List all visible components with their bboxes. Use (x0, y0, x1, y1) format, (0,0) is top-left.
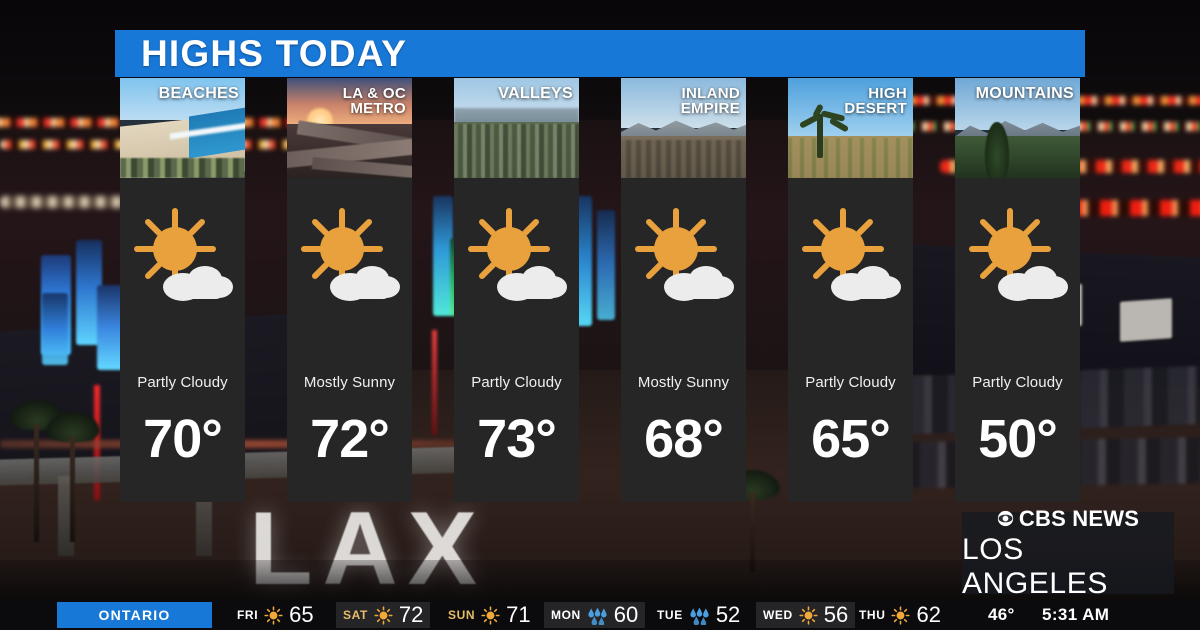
forecast-card-mountains: Partly Cloudy 50° (955, 178, 1080, 502)
region-label-beaches: BEACHES (158, 85, 239, 102)
day-high-temp: 56 (823, 602, 849, 627)
region-label-mountains: MOUNTAINS (975, 85, 1074, 102)
high-temperature: 50° (978, 409, 1058, 469)
market-name: LOS ANGELES (962, 532, 1108, 600)
sun-icon (799, 605, 818, 625)
cbs-eye-icon (997, 510, 1014, 527)
bottom-weather-ticker: ONTARIO FRI 65 SAT 72 SUN 71 MON 60 TUE … (0, 600, 1200, 630)
page-title: HIGHS TODAY (141, 33, 408, 74)
sun-cloud-icon (454, 192, 579, 322)
day-of-week: SAT (343, 608, 368, 622)
day-of-week: TUE (657, 608, 683, 622)
region-label-inland-empire: INLAND EMPIRE (680, 85, 740, 117)
rain-icon (690, 607, 709, 625)
cbs-news-wordmark: CBS NEWS (997, 506, 1139, 532)
ticker-day-tue[interactable]: TUE 52 (650, 602, 747, 628)
high-temperature: 68° (644, 409, 724, 469)
sun-icon (891, 605, 911, 625)
day-of-week: FRI (237, 608, 259, 622)
forecast-column-beaches[interactable]: BEACHES Partly Cloudy 70° (120, 78, 245, 502)
lax-light-pylon (42, 293, 68, 365)
sun-icon (481, 605, 500, 625)
condition-text: Partly Cloudy (972, 374, 1063, 391)
day-high-temp: 65 (289, 602, 314, 627)
high-temperature: 72° (310, 409, 390, 469)
forecast-column-valleys[interactable]: VALLEYS Partly Cloudy 73° (454, 78, 579, 502)
sun-cloud-icon (788, 192, 913, 322)
ticker-day-sat[interactable]: SAT 72 (336, 602, 431, 628)
region-thumbnail-high-desert: HIGH DESERT (788, 78, 913, 178)
day-of-week: SUN (448, 608, 476, 622)
condition-text: Mostly Sunny (303, 374, 396, 391)
forecast-column-mountains[interactable]: MOUNTAINS Partly Cloudy 50° (955, 78, 1080, 502)
region-thumbnail-valleys: VALLEYS (454, 78, 579, 178)
high-temperature: 70° (143, 409, 223, 469)
condition-text: Partly Cloudy (137, 374, 228, 391)
sun-cloud-icon (621, 192, 746, 322)
rain-icon (588, 607, 607, 625)
day-high-temp: 60 (613, 602, 639, 627)
high-temperature: 65° (811, 409, 891, 469)
day-high-temp: 71 (506, 602, 531, 627)
forecast-card-la-oc-metro: Mostly Sunny 72° (287, 178, 412, 502)
ticker-day-sun[interactable]: SUN 71 (441, 602, 538, 628)
sun-cloud-icon (120, 192, 245, 322)
forecast-column-inland-empire[interactable]: INLAND EMPIRE Mostly Sunny 68° (621, 78, 746, 502)
region-label-high-desert: HIGH DESERT (844, 85, 907, 117)
ticker-day-mon[interactable]: MON 60 (544, 602, 646, 628)
ticker-day-fri[interactable]: FRI 65 (230, 602, 321, 628)
region-thumbnail-inland-empire: INLAND EMPIRE (621, 78, 746, 178)
condition-text: Mostly Sunny (637, 374, 730, 391)
cbs-news-los-angeles-logo: CBS NEWS LOS ANGELES (962, 506, 1174, 600)
day-high-temp: 52 (715, 602, 741, 627)
condition-text: Partly Cloudy (471, 374, 562, 391)
region-thumbnail-mountains: MOUNTAINS (955, 78, 1080, 178)
ticker-city-name[interactable]: ONTARIO (57, 602, 212, 628)
billboard-panel (1120, 298, 1172, 342)
sun-cloud-icon (955, 192, 1080, 322)
forecast-column-group: BEACHES Partly Cloudy 70° LA & OC METRO … (120, 78, 1082, 502)
palm-tree (70, 436, 75, 542)
forecast-card-inland-empire: Mostly Sunny 68° (621, 178, 746, 502)
current-time: 5:31 AM (1042, 605, 1110, 624)
region-label-valleys: VALLEYS (498, 85, 573, 102)
day-high-temp: 62 (916, 602, 941, 627)
day-of-week: WED (763, 608, 793, 622)
day-of-week: MON (551, 608, 581, 622)
palm-tree (34, 424, 39, 542)
region-thumbnail-beaches: BEACHES (120, 78, 245, 178)
forecast-column-la-oc-metro[interactable]: LA & OC METRO Mostly Sunny 72° (287, 78, 412, 502)
forecast-column-high-desert[interactable]: HIGH DESERT Partly Cloudy 65° (788, 78, 913, 502)
ticker-day-thu[interactable]: THU 62 (852, 602, 948, 628)
cbs-news-text: CBS NEWS (1018, 505, 1140, 531)
highs-today-header-bar: HIGHS TODAY (115, 30, 1085, 77)
forecast-card-valleys: Partly Cloudy 73° (454, 178, 579, 502)
condition-text: Partly Cloudy (805, 374, 896, 391)
forecast-card-beaches: Partly Cloudy 70° (120, 178, 245, 502)
region-thumbnail-la-oc-metro: LA & OC METRO (287, 78, 412, 178)
sun-icon (374, 605, 393, 625)
day-high-temp: 72 (398, 602, 424, 627)
sun-icon (264, 605, 283, 625)
sun-cloud-icon (287, 192, 412, 322)
region-label-la-oc-metro: LA & OC METRO (342, 85, 406, 117)
high-temperature: 73° (477, 409, 557, 469)
forecast-card-high-desert: Partly Cloudy 65° (788, 178, 913, 502)
day-of-week: THU (859, 608, 886, 622)
current-temperature: 46° (988, 605, 1015, 624)
ticker-day-wed[interactable]: WED 56 (756, 602, 856, 628)
